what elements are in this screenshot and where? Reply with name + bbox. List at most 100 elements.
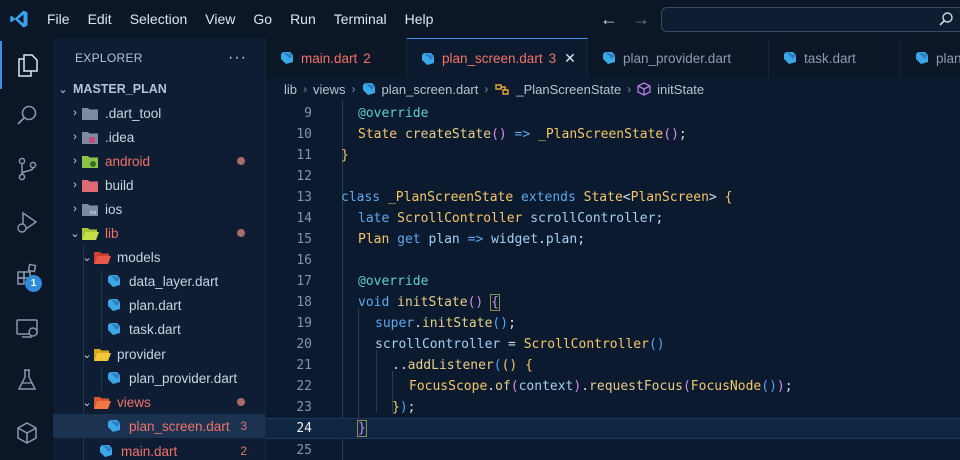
line-number: 10 — [296, 127, 312, 142]
tree-item-label: .idea — [105, 129, 135, 145]
tree-item-ios[interactable]: › ios ios — [53, 197, 265, 221]
menu-bar: File Edit Selection View Go Run Terminal… — [38, 0, 442, 38]
docker-cube-icon[interactable] — [0, 409, 53, 457]
menu-run[interactable]: Run — [281, 0, 325, 38]
tab-error-count: 2 — [363, 50, 371, 66]
tab-label: main.dart — [301, 50, 358, 66]
chevron-right-icon: › — [73, 155, 77, 167]
chevron-down-icon: ⌄ — [58, 83, 68, 96]
code-line: 11 } — [266, 145, 960, 166]
line-number: 22 — [296, 379, 312, 394]
tree-item-label: plan_provider.dart — [129, 370, 238, 386]
line-number: 18 — [296, 295, 312, 310]
breadcrumb-views[interactable]: views — [313, 82, 346, 97]
tree-item-data-layer[interactable]: data_layer.dart — [53, 269, 265, 293]
tree-item-plan-provider[interactable]: plan_provider.dart — [53, 366, 265, 390]
source-control-icon[interactable] — [0, 145, 53, 193]
line-number: 9 — [304, 106, 312, 121]
tree-item-views[interactable]: ⌄ views — [53, 390, 265, 414]
dart-file-icon — [105, 297, 123, 313]
tab-plan-provider-dart[interactable]: plan_provider.dart — [588, 38, 769, 78]
svg-text:ios: ios — [90, 210, 97, 216]
run-debug-icon[interactable] — [0, 198, 53, 246]
menu-edit[interactable]: Edit — [79, 0, 121, 38]
breadcrumb-separator-icon: › — [627, 82, 632, 96]
provider-folder-open-icon — [93, 346, 111, 362]
tree-item-provider[interactable]: ⌄ provider — [53, 342, 265, 366]
tree-item-dart-tool[interactable]: › .dart_tool — [53, 101, 265, 125]
chevron-down-icon: ⌄ — [82, 396, 92, 409]
tree-item-plan-screen[interactable]: plan_screen.dart 3 — [53, 414, 265, 438]
tree-item-label: task.dart — [129, 321, 181, 337]
tab-main-dart[interactable]: main.dart 2 — [266, 38, 407, 78]
line-number: 12 — [296, 169, 312, 184]
search-icon[interactable] — [0, 92, 53, 140]
chevron-down-icon: ⌄ — [82, 251, 92, 264]
tree-item-plan[interactable]: plan.dart — [53, 293, 265, 317]
explorer-root-folder[interactable]: ⌄ MASTER_PLAN — [53, 77, 265, 101]
code-line: 23 }); — [266, 397, 960, 418]
menu-selection[interactable]: Selection — [121, 0, 197, 38]
breadcrumb-class[interactable]: _PlanScreenState — [516, 82, 621, 97]
chevron-right-icon: › — [73, 131, 77, 143]
menu-terminal[interactable]: Terminal — [325, 0, 396, 38]
dart-file-icon — [362, 82, 376, 96]
menu-file[interactable]: File — [38, 0, 79, 38]
explorer-title: EXPLORER — [75, 51, 143, 65]
vscode-logo-icon — [0, 0, 38, 38]
tab-plan-dart[interactable]: plan — [901, 38, 960, 78]
remote-explorer-icon[interactable] — [0, 304, 53, 352]
breadcrumb-method[interactable]: initState — [657, 82, 704, 97]
dart-file-icon — [105, 370, 123, 386]
breadcrumb: lib › views › plan_screen.dart › _PlanSc… — [266, 78, 960, 100]
line-number: 14 — [296, 211, 312, 226]
line-number: 15 — [296, 232, 312, 247]
tree-item-label: data_layer.dart — [129, 273, 219, 289]
tree-item-models[interactable]: ⌄ models — [53, 245, 265, 269]
menu-help[interactable]: Help — [396, 0, 443, 38]
line-number: 25 — [296, 443, 312, 458]
tree-item-android[interactable]: › android — [53, 149, 265, 173]
android-folder-icon — [81, 153, 99, 169]
breadcrumb-lib[interactable]: lib — [284, 82, 297, 97]
tab-plan-screen-dart[interactable]: plan_screen.dart 3 ✕ — [407, 38, 588, 78]
tab-label: task.dart — [804, 50, 856, 66]
tab-label: plan_provider.dart — [623, 50, 732, 66]
testing-flask-icon[interactable] — [0, 356, 53, 404]
tree-item-main[interactable]: main.dart 2 — [53, 439, 265, 460]
folder-icon — [81, 105, 99, 121]
tree-item-lib[interactable]: ⌄ lib — [53, 221, 265, 245]
extensions-icon[interactable]: 1 — [0, 251, 53, 299]
tree-item-label: lib — [105, 225, 119, 241]
dart-file-icon — [97, 443, 115, 459]
breadcrumb-file[interactable]: plan_screen.dart — [382, 82, 479, 97]
tree-item-task[interactable]: task.dart — [53, 317, 265, 341]
menu-go[interactable]: Go — [244, 0, 281, 38]
title-bar: File Edit Selection View Go Run Terminal… — [0, 0, 960, 38]
code-line: 18 void initState() { — [266, 292, 960, 313]
tree-item-build[interactable]: › build — [53, 173, 265, 197]
breadcrumb-separator-icon: › — [303, 82, 308, 96]
explorer-icon[interactable] — [0, 41, 53, 89]
dart-file-icon — [280, 51, 294, 65]
more-actions-icon[interactable]: ··· — [228, 49, 247, 67]
close-icon[interactable]: ✕ — [564, 50, 576, 67]
extensions-badge: 1 — [25, 275, 42, 292]
chevron-right-icon: › — [73, 107, 77, 119]
command-center-search[interactable] — [661, 7, 960, 32]
dart-file-icon — [105, 321, 123, 337]
tree-item-idea[interactable]: › .idea — [53, 125, 265, 149]
search-icon — [938, 11, 954, 30]
error-count: 3 — [240, 419, 247, 433]
code-line: 10 State createState() => _PlanScreenSta… — [266, 124, 960, 145]
code-editor[interactable]: 9 @override 10 State createState() => _P… — [266, 100, 960, 460]
chevron-right-icon: › — [73, 203, 77, 215]
forward-arrow-icon[interactable]: → — [630, 9, 652, 30]
menu-view[interactable]: View — [196, 0, 244, 38]
code-line: 12 — [266, 166, 960, 187]
back-arrow-icon[interactable]: ← — [598, 9, 620, 30]
code-line: 22 FocusScope.of(context).requestFocus(F… — [266, 376, 960, 397]
code-line: 15 Plan get plan => widget.plan; — [266, 229, 960, 250]
modified-dot — [237, 157, 245, 165]
tab-task-dart[interactable]: task.dart — [769, 38, 901, 78]
